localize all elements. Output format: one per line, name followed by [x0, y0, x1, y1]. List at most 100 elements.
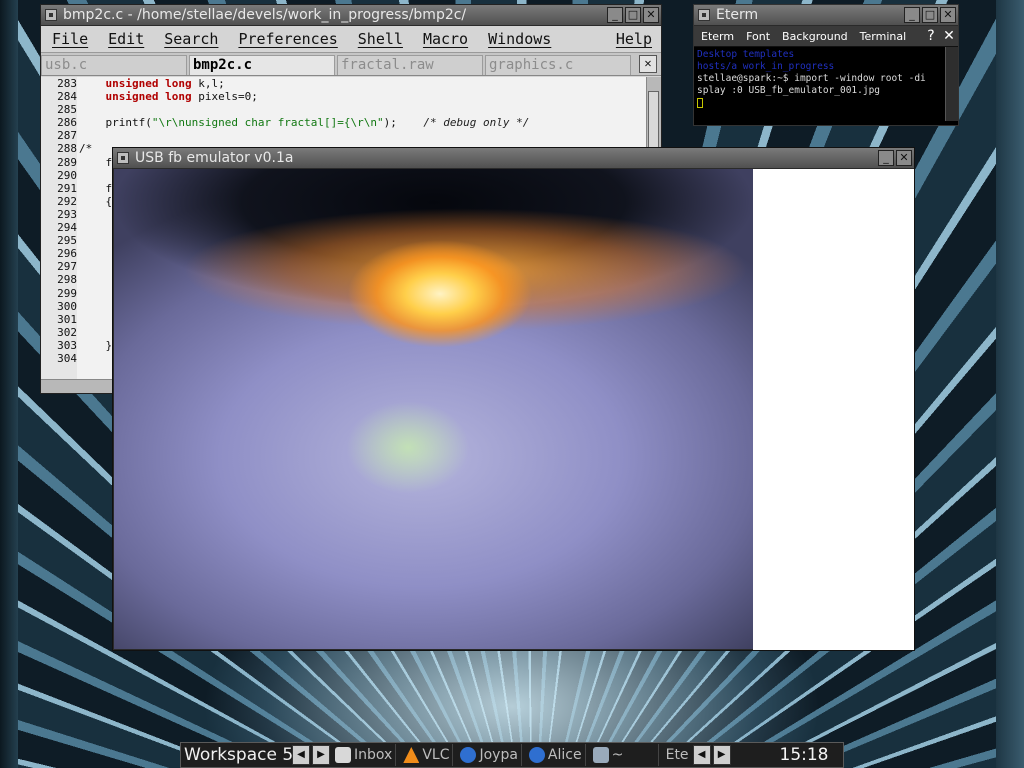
- line-number: 304: [57, 351, 77, 365]
- line-number: 301: [57, 312, 77, 326]
- menu-windows[interactable]: Windows: [477, 30, 560, 48]
- editor-title: bmp2c.c - /home/stellae/devels/work_in_p…: [63, 7, 467, 23]
- terminal-titlebar[interactable]: Eterm _ □ ✕: [694, 5, 958, 26]
- minimize-button[interactable]: _: [607, 7, 623, 23]
- mail-icon: [335, 747, 351, 763]
- code-token: k,l;: [191, 77, 225, 90]
- vlc-cone-icon: [403, 747, 420, 763]
- fb-emulator-title: USB fb emulator v0.1a: [135, 150, 294, 166]
- terminal-title: Eterm: [716, 7, 759, 23]
- close-icon[interactable]: ✕: [940, 28, 958, 44]
- code-keyword: unsigned long: [105, 77, 192, 90]
- line-number: 290: [57, 168, 77, 182]
- menu-preferences[interactable]: Preferences: [227, 30, 346, 48]
- code-token: );: [383, 116, 424, 130]
- code-token: printf(: [105, 116, 152, 130]
- line-number: 286: [57, 116, 77, 130]
- fb-emulator-titlebar[interactable]: USB fb emulator v0.1a _ ✕: [113, 148, 914, 169]
- scroll-thumb[interactable]: [648, 91, 659, 151]
- terminal-output[interactable]: Desktop templates hosts/a work_in_progre…: [697, 49, 943, 109]
- task-vlc[interactable]: VLC: [400, 744, 454, 766]
- line-number: 302: [57, 325, 77, 339]
- code-token: pixels=0;: [191, 90, 258, 104]
- task-alice[interactable]: Alice: [526, 744, 586, 766]
- line-number: 283: [57, 77, 77, 90]
- menu-terminal[interactable]: Terminal: [853, 30, 912, 43]
- line-number: 300: [57, 299, 77, 313]
- line-number: 303: [57, 338, 77, 352]
- workspace-label[interactable]: Workspace 5: [181, 745, 293, 765]
- terminal-menubar: Eterm Font Background Terminal ? ✕: [694, 26, 958, 47]
- line-number: 298: [57, 273, 77, 287]
- close-button[interactable]: ✕: [643, 7, 659, 23]
- editor-titlebar[interactable]: bmp2c.c - /home/stellae/devels/work_in_p…: [41, 5, 661, 26]
- fb-emulator-window[interactable]: USB fb emulator v0.1a _ ✕: [112, 147, 915, 651]
- terminal-window[interactable]: Eterm _ □ ✕ Eterm Font Background Termin…: [693, 4, 959, 126]
- close-button[interactable]: ✕: [896, 150, 912, 166]
- close-button[interactable]: ✕: [940, 7, 956, 23]
- maximize-button[interactable]: □: [625, 7, 641, 23]
- editor-menubar: File Edit Search Preferences Shell Macro…: [41, 26, 661, 53]
- terminal-cursor-line: [697, 97, 943, 109]
- menu-search[interactable]: Search: [153, 30, 227, 48]
- line-number: 287: [57, 129, 77, 143]
- taskbar: Workspace 5 ◀ ▶ Inbox VLC Joypa Alice ~ …: [180, 742, 844, 768]
- terminal-scrollbar[interactable]: [945, 47, 958, 121]
- tasks-prev-icon[interactable]: ◀: [692, 745, 711, 765]
- menu-edit[interactable]: Edit: [97, 30, 153, 48]
- menu-file[interactable]: File: [41, 30, 97, 48]
- task-joypa[interactable]: Joypa: [457, 744, 522, 766]
- code-keyword: unsigned long: [105, 90, 192, 104]
- line-number: 291: [57, 181, 77, 195]
- task-terminal-home[interactable]: ~: [590, 744, 659, 766]
- task-eterm[interactable]: Ete: [663, 744, 689, 766]
- tab-usb-c[interactable]: usb.c: [41, 55, 187, 75]
- window-menu-icon[interactable]: [117, 152, 129, 164]
- workspace-next-icon[interactable]: ▶: [312, 745, 330, 765]
- menu-help[interactable]: Help: [605, 30, 661, 48]
- task-label: Inbox: [354, 747, 393, 763]
- workspace-prev-icon[interactable]: ◀: [292, 745, 310, 765]
- code-comment: /* debug only */: [423, 116, 530, 130]
- line-number: 285: [57, 103, 77, 117]
- menu-font[interactable]: Font: [739, 30, 775, 43]
- task-inbox[interactable]: Inbox: [332, 744, 397, 766]
- menu-background[interactable]: Background: [775, 30, 853, 43]
- code-token: {: [92, 194, 113, 208]
- tab-graphics-c[interactable]: graphics.c: [485, 55, 631, 75]
- help-icon[interactable]: ?: [922, 28, 940, 44]
- line-number: 299: [57, 286, 77, 300]
- line-number-gutter: 283 284 285 286 287 288 289 290 291 292 …: [41, 77, 77, 379]
- menu-macro[interactable]: Macro: [412, 30, 477, 48]
- task-label: VLC: [422, 747, 450, 763]
- task-label: ~: [611, 747, 624, 763]
- minimize-button[interactable]: _: [878, 150, 894, 166]
- line-number: 289: [57, 155, 77, 169]
- maximize-button[interactable]: □: [922, 7, 938, 23]
- tab-fractal-raw[interactable]: fractal.raw: [337, 55, 483, 75]
- minimize-button[interactable]: _: [904, 7, 920, 23]
- window-menu-icon[interactable]: [45, 9, 57, 21]
- framebuffer-blank-area: [753, 169, 914, 650]
- line-number: 295: [57, 234, 77, 248]
- globe-icon: [528, 747, 545, 763]
- terminal-line: splay :0 USB_fb_emulator_001.jpg: [697, 85, 881, 96]
- editor-tab-bar: usb.c bmp2c.c fractal.raw graphics.c ✕: [41, 53, 661, 76]
- menu-shell[interactable]: Shell: [347, 30, 412, 48]
- window-menu-icon[interactable]: [698, 9, 710, 21]
- line-number: 288: [57, 142, 77, 156]
- line-number: 294: [57, 221, 77, 235]
- line-number: 292: [57, 194, 77, 208]
- code-line: unsigned long k,l;: [79, 77, 529, 90]
- menu-eterm[interactable]: Eterm: [694, 30, 739, 43]
- terminal-icon: [592, 747, 609, 763]
- tasks-next-icon[interactable]: ▶: [712, 745, 731, 765]
- task-label: Alice: [547, 747, 582, 763]
- close-tab-icon[interactable]: ✕: [639, 55, 657, 73]
- line-number: 296: [57, 247, 77, 261]
- code-string: "\r\nunsigned char fractal[]={\r\n": [151, 116, 384, 130]
- tab-bmp2c-c[interactable]: bmp2c.c: [189, 55, 335, 75]
- line-number: 297: [57, 260, 77, 274]
